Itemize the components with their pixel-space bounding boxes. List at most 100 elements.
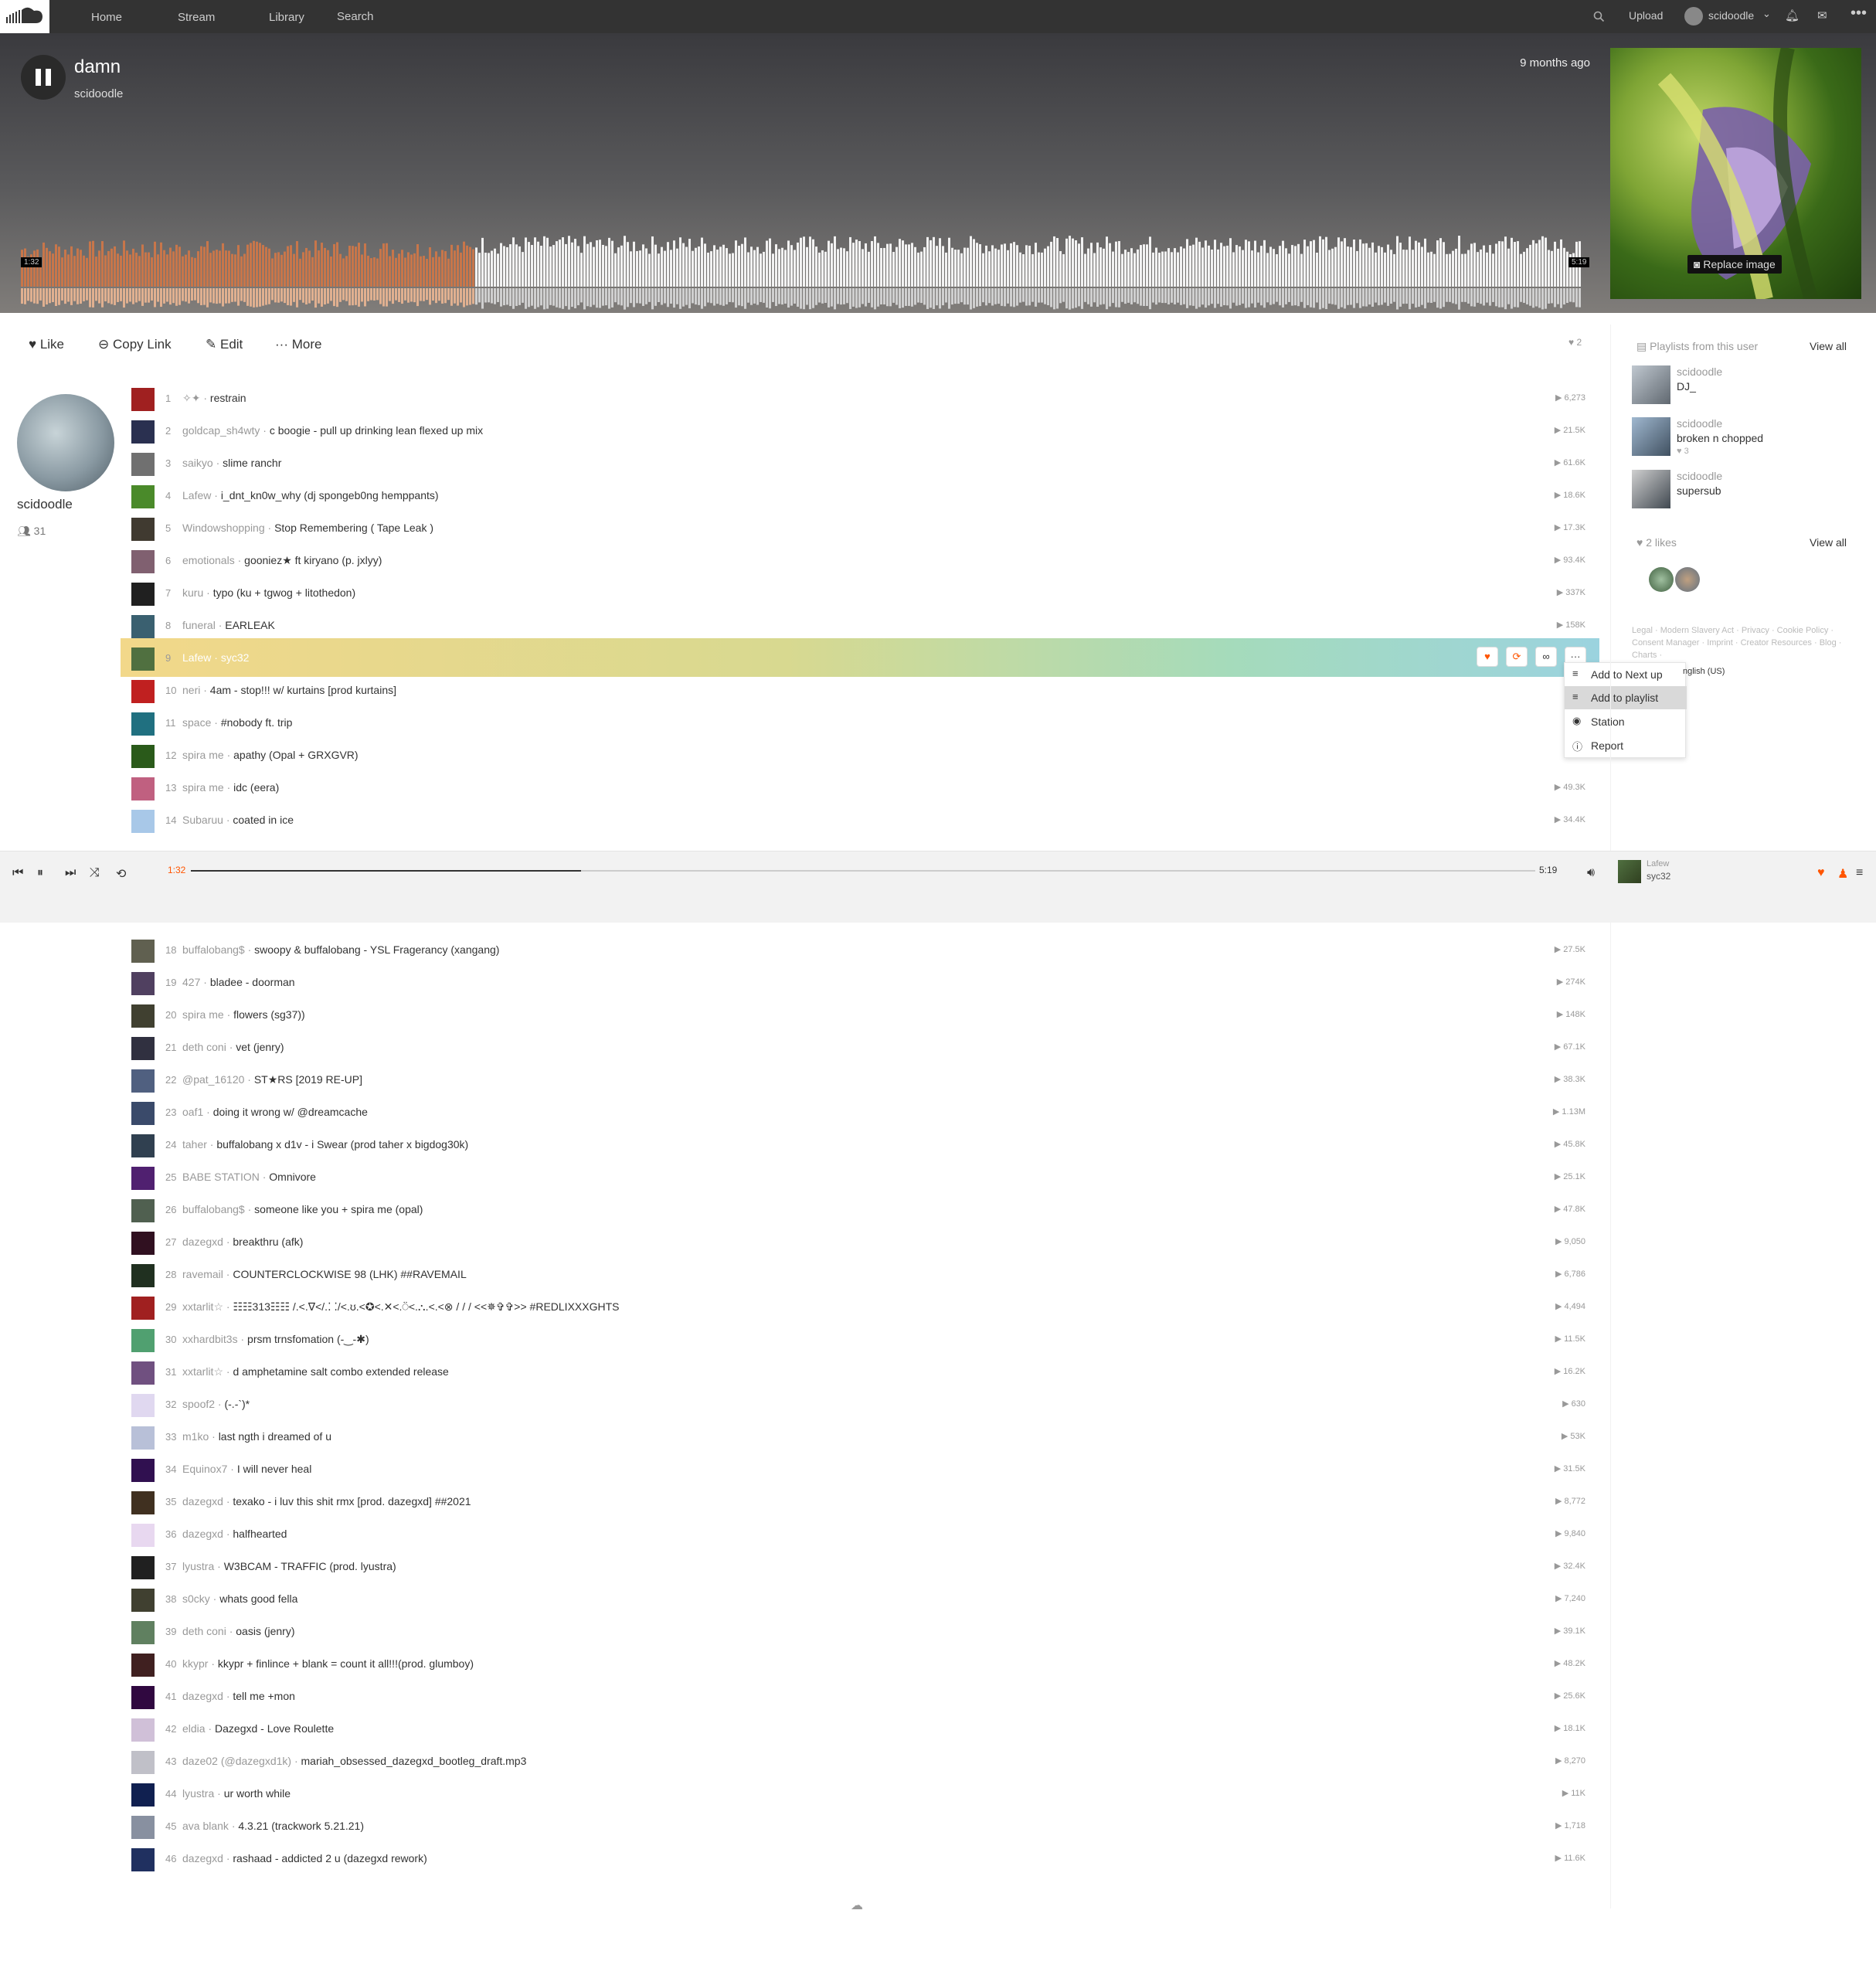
track-artist[interactable]: Lafew · (182, 651, 221, 664)
track-title[interactable]: tell me +mon (233, 1690, 295, 1702)
track-row[interactable]: 38 s0cky · whats good fella ▶ 7,240 (130, 1582, 1598, 1614)
track-artist[interactable]: buffalobang$ · (182, 943, 254, 956)
nav-home[interactable]: Home (91, 11, 122, 24)
track-row[interactable]: 2 goldcap_sh4wty · c boogie - pull up dri… (130, 413, 1598, 446)
track-thumbnail[interactable] (131, 420, 155, 444)
track-row[interactable]: 46 dazegxd · rashaad - addicted 2 u (daze… (130, 1841, 1598, 1874)
track-title[interactable]: ur worth while (224, 1787, 291, 1800)
track-info[interactable]: dazegxd · texako - i luv this shit rmx [… (182, 1495, 471, 1507)
track-artist[interactable]: xxtarlit☆ · (182, 1300, 233, 1313)
track-title[interactable]: Stop Remembering ( Tape Leak ) (274, 522, 433, 534)
track-title[interactable]: texako - i luv this shit rmx [prod. daze… (233, 1495, 471, 1507)
track-thumbnail[interactable] (131, 615, 155, 638)
track-artist[interactable]: emotionals · (182, 554, 244, 566)
track-title[interactable]: apathy (Opal + GRXGVR) (233, 749, 358, 761)
track-title[interactable]: breakthru (afk) (233, 1236, 303, 1248)
track-thumbnail[interactable] (131, 1718, 155, 1742)
track-thumbnail[interactable] (131, 1816, 155, 1839)
track-thumbnail[interactable] (131, 1783, 155, 1807)
track-title[interactable]: restrain (210, 392, 246, 404)
track-row[interactable]: 45 ava blank · 4.3.21 (trackwork 5.21.21)… (130, 1809, 1598, 1841)
track-row[interactable]: 6 emotionals · gooniez★ ft kiryano (p. jx… (130, 543, 1598, 576)
now-playing-artwork[interactable] (1618, 860, 1641, 883)
track-title[interactable]: idc (eera) (233, 781, 279, 794)
track-artist[interactable]: Subaruu · (182, 814, 233, 826)
track-row[interactable]: 44 lyustra · ur worth while ▶ 11K (130, 1776, 1598, 1809)
track-info[interactable]: xxtarlit☆ · d amphetamine salt combo ext… (182, 1365, 449, 1378)
replace-image-button[interactable]: ◙ Replace image (1687, 255, 1782, 274)
track-thumbnail[interactable] (131, 680, 155, 703)
track-info[interactable]: spira me · idc (eera) (182, 781, 279, 794)
nav-library[interactable]: Library (269, 11, 304, 24)
likes-view-all[interactable]: View all (1810, 536, 1847, 549)
liker-avatar[interactable] (1675, 567, 1700, 592)
now-playing-title[interactable]: syc32 (1647, 871, 1670, 882)
track-artist[interactable]: funeral · (182, 619, 225, 631)
track-row[interactable]: 43 daze02 (@dazegxd1k) · mariah_obsessed_… (130, 1744, 1598, 1776)
track-artist[interactable]: lyustra · (182, 1560, 224, 1572)
track-info[interactable]: BABE STATION · Omnivore (182, 1171, 316, 1183)
track-info[interactable]: Subaruu · coated in ice (182, 814, 294, 826)
track-artist[interactable]: dazegxd · (182, 1852, 233, 1864)
track-thumbnail[interactable] (131, 1102, 155, 1125)
track-row[interactable]: 42 eldia · Dazegxd - Love Roulette ▶ 18.1K (130, 1711, 1598, 1744)
repost-button[interactable]: ⟳ (1506, 647, 1528, 667)
track-thumbnail[interactable] (131, 1459, 155, 1482)
repeat-icon[interactable]: ⟲ (116, 866, 126, 882)
more-button[interactable]: ··· More (275, 337, 321, 352)
track-row[interactable]: 30 xxhardbit3s · prsm trnsfomation (-‿-✱)… (130, 1322, 1598, 1354)
track-title[interactable]: slime ranchr (223, 457, 281, 469)
track-thumbnail[interactable] (131, 1589, 155, 1612)
track-title[interactable]: COUNTERCLOCKWISE 98 (LHK) ##RAVEMAIL (233, 1268, 466, 1280)
playlist-title[interactable]: supersub (1677, 484, 1721, 497)
like-button[interactable]: ♥ Like (29, 337, 64, 352)
track-info[interactable]: funeral · EARLEAK (182, 619, 275, 631)
track-title[interactable]: prsm trnsfomation (-‿-✱) (247, 1333, 369, 1345)
track-thumbnail[interactable] (131, 1037, 155, 1060)
track-info[interactable]: goldcap_sh4wty · c boogie - pull up drin… (182, 424, 483, 437)
track-row[interactable]: 4 Lafew · i_dnt_kn0w_why (dj spongeb0ng h… (130, 478, 1598, 511)
follow-icon[interactable]: ♟ (1837, 866, 1848, 882)
track-title[interactable]: W3BCAM - TRAFFIC (prod. lyustra) (224, 1560, 396, 1572)
track-artist[interactable]: BABE STATION · (182, 1171, 269, 1183)
track-row[interactable]: 26 buffalobang$ · someone like you + spir… (130, 1192, 1598, 1225)
track-row[interactable]: 34 Equinox7 · I will never heal ▶ 31.5K (130, 1452, 1598, 1484)
progress-bar[interactable] (191, 870, 1535, 872)
track-row[interactable]: 20 spira me · flowers (sg37)) ▶ 148K (130, 998, 1598, 1030)
shuffle-icon[interactable]: ⤨ (90, 866, 100, 880)
track-artist[interactable]: dazegxd · (182, 1495, 233, 1507)
track-artist[interactable]: deth coni · (182, 1625, 236, 1637)
track-info[interactable]: deth coni · oasis (jenry) (182, 1625, 295, 1637)
playlist-user[interactable]: scidoodle (1677, 417, 1722, 430)
track-artist[interactable]: m1ko · (182, 1430, 219, 1443)
track-artist[interactable]: @pat_16120 · (182, 1073, 254, 1086)
edit-button[interactable]: ✎ Edit (206, 337, 243, 352)
track-row[interactable]: 18 buffalobang$ · swoopy & buffalobang - … (130, 933, 1598, 965)
track-row[interactable]: 41 dazegxd · tell me +mon ▶ 25.6K (130, 1679, 1598, 1711)
track-title[interactable]: buffalobang x d1v - i Swear (prod taher … (216, 1138, 468, 1151)
track-row[interactable]: 29 xxtarlit☆ · ☷☷313☷☷ /.<.∇</.⁚ ⁚/<.ʊ.<✪… (130, 1290, 1598, 1322)
track-title[interactable]: EARLEAK (225, 619, 275, 631)
track-title[interactable]: ST★RS [2019 RE-UP] (254, 1073, 362, 1086)
track-artist[interactable]: dazegxd · (182, 1690, 233, 1702)
next-icon[interactable]: ⏭︎ (65, 866, 76, 880)
track-info[interactable]: m1ko · last ngth i dreamed of u (182, 1430, 331, 1443)
track-info[interactable]: @pat_16120 · ST★RS [2019 RE-UP] (182, 1073, 362, 1086)
track-info[interactable]: spira me · apathy (Opal + GRXGVR) (182, 749, 359, 761)
track-artist[interactable]: scidoodle (74, 87, 123, 100)
track-artist[interactable]: spoof2 · (182, 1398, 224, 1410)
track-thumbnail[interactable] (131, 1654, 155, 1677)
track-artist[interactable]: taher · (182, 1138, 216, 1151)
track-thumbnail[interactable] (131, 1329, 155, 1352)
track-row[interactable]: 7 kuru · typo (ku + tgwog + litothedon) ▶ … (130, 576, 1598, 608)
track-title[interactable]: halfhearted (233, 1528, 287, 1540)
like-track-button[interactable]: ♥ (1477, 647, 1498, 667)
copy-link-button[interactable]: ⊖ Copy Link (98, 337, 172, 352)
track-artist[interactable]: kkypr · (182, 1657, 218, 1670)
track-title[interactable]: last ngth i dreamed of u (219, 1430, 331, 1443)
menu-report[interactable]: ⓘ Report (1565, 734, 1687, 757)
playlist-user[interactable]: scidoodle (1677, 365, 1722, 378)
track-info[interactable]: spira me · flowers (sg37)) (182, 1008, 305, 1021)
bell-icon[interactable]: 🔔︎ (1785, 8, 1800, 22)
track-row[interactable]: 14 Subaruu · coated in ice ▶ 34.4K (130, 803, 1598, 835)
